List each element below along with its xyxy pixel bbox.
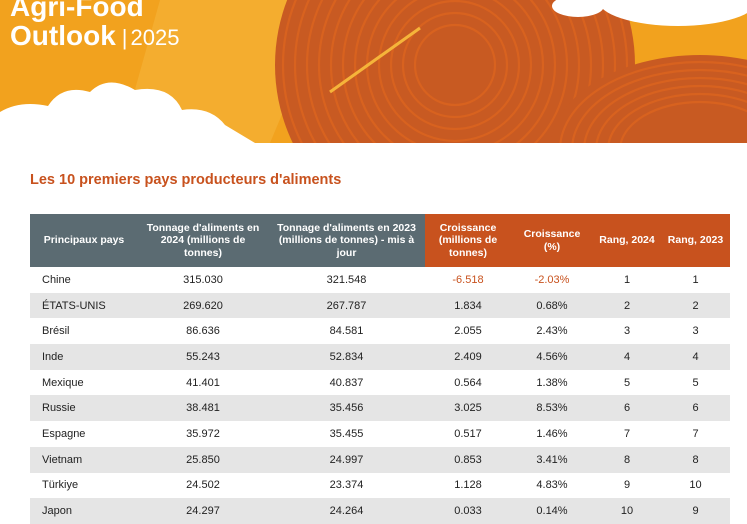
cell-rank-2023: 2: [661, 292, 730, 319]
cell-tonnage-2023: 267.787: [268, 292, 425, 319]
cell-growth-tonnes: -6.518: [452, 273, 484, 286]
cell-tonnage-2024: 86.636: [186, 325, 220, 338]
table-row: Espagne 35.972 35.455 0.517 1.46% 7 7: [30, 421, 730, 447]
header-tonnage-2024: Tonnage d'aliments en 2024 (millions de …: [138, 214, 268, 267]
cell-rank-2023: 7: [692, 427, 699, 440]
cell-country: Inde: [30, 344, 138, 370]
cell-rank-2023: 9: [661, 498, 730, 524]
cell-growth-tonnes: 1.128: [454, 479, 482, 492]
cell-tonnage-2023: 321.548: [326, 273, 367, 286]
title-year: 2025: [130, 25, 180, 50]
cell-growth-tonnes: 2.055: [454, 325, 482, 338]
cell-rank-2024: 9: [623, 479, 631, 492]
cell-growth-percent: 0.14%: [511, 498, 593, 524]
table-row: Brésil 86.636 84.581 2.055 2.43% 3 3: [30, 318, 730, 344]
cell-growth-percent: 3.41%: [511, 446, 593, 473]
section-title: Les 10 premiers pays producteurs d'alime…: [30, 172, 342, 188]
table-row: ÉTATS-UNIS 269.620 267.787 1.834 0.68% 2…: [30, 292, 730, 319]
cell-tonnage-2024: 269.620: [138, 292, 268, 319]
table-row: Inde 55.243 52.834 2.409 4.56% 4 4: [30, 344, 730, 370]
cell-country: Mexique: [42, 376, 84, 389]
header-growth-tonnes: Croissance (millions de tonnes): [425, 214, 511, 267]
cell-tonnage-2023: 24.264: [268, 498, 425, 524]
cell-growth-tonnes: 0.853: [425, 446, 511, 473]
cell-rank-2023: 3: [692, 325, 699, 338]
cell-rank-2024: 5: [623, 376, 631, 389]
cell-rank-2023: 1: [692, 273, 699, 286]
cell-country: Türkiye: [42, 479, 79, 492]
producers-table: Principaux pays Tonnage d'aliments en 20…: [30, 214, 730, 524]
cell-country: Chine: [42, 273, 71, 286]
table-row: Türkiye 24.502 23.374 1.128 4.83% 9 10: [30, 473, 730, 499]
cell-tonnage-2024: 35.972: [186, 427, 220, 440]
table-row: Chine 315.030 321.548 -6.518 -2.03% 1 1: [30, 267, 730, 293]
table-row: Vietnam 25.850 24.997 0.853 3.41% 8 8: [30, 446, 730, 473]
hero-banner: Agri-Food Outlook | 2025: [0, 0, 747, 143]
publication-title: Agri-Food Outlook | 2025: [10, 0, 179, 52]
cell-growth-percent: 8.53%: [511, 395, 593, 422]
cell-rank-2024: 8: [593, 446, 661, 473]
cell-rank-2023: 5: [692, 376, 699, 389]
cell-rank-2024: 2: [593, 292, 661, 319]
cell-growth-tonnes: 0.517: [454, 427, 482, 440]
header-growth-percent: Croissance (%): [511, 214, 593, 267]
header-country: Principaux pays: [30, 214, 138, 267]
table-row: Russie 38.481 35.456 3.025 8.53% 6 6: [30, 395, 730, 422]
cell-tonnage-2024: 38.481: [138, 395, 268, 422]
header-tonnage-2023: Tonnage d'aliments en 2023 (millions de …: [268, 214, 425, 267]
cell-tonnage-2024: 315.030: [183, 273, 223, 286]
title-line-2: Outlook: [10, 20, 116, 51]
cell-country: Brésil: [42, 325, 70, 338]
cell-rank-2023: 6: [661, 395, 730, 422]
cell-country: Espagne: [42, 427, 86, 440]
cell-growth-percent: -2.03%: [534, 273, 570, 286]
cell-rank-2024: 3: [623, 325, 631, 338]
header-rank-2023: Rang, 2023: [661, 214, 730, 267]
cell-country: ÉTATS-UNIS: [30, 292, 138, 319]
cell-rank-2024: 6: [593, 395, 661, 422]
cell-growth-tonnes: 0.033: [425, 498, 511, 524]
cell-growth-percent: 1.38%: [536, 376, 568, 389]
cell-tonnage-2024: 24.297: [138, 498, 268, 524]
cell-tonnage-2023: 24.997: [268, 446, 425, 473]
cell-growth-percent: 0.68%: [511, 292, 593, 319]
cell-growth-tonnes: 0.564: [454, 376, 482, 389]
cell-tonnage-2024: 55.243: [138, 344, 268, 370]
cell-growth-tonnes: 3.025: [425, 395, 511, 422]
cell-country: Russie: [30, 395, 138, 422]
cell-rank-2023: 10: [689, 479, 702, 492]
cell-growth-percent: 1.46%: [536, 427, 568, 440]
cell-tonnage-2023: 52.834: [268, 344, 425, 370]
cell-country: Japon: [30, 498, 138, 524]
cell-rank-2024: 1: [623, 273, 631, 286]
cell-growth-percent: 2.43%: [536, 325, 568, 338]
cell-tonnage-2023: 35.456: [268, 395, 425, 422]
cell-rank-2024: 4: [593, 344, 661, 370]
cell-tonnage-2023: 35.455: [329, 427, 364, 440]
cell-tonnage-2023: 23.374: [329, 479, 364, 492]
cell-rank-2024: 7: [623, 427, 631, 440]
cell-tonnage-2024: 25.850: [138, 446, 268, 473]
cell-rank-2023: 4: [661, 344, 730, 370]
title-separator: |: [121, 25, 128, 50]
cell-tonnage-2024: 41.401: [186, 376, 220, 389]
cell-growth-tonnes: 2.409: [425, 344, 511, 370]
table-header-row: Principaux pays Tonnage d'aliments en 20…: [30, 214, 730, 267]
table-row: Mexique 41.401 40.837 0.564 1.38% 5 5: [30, 370, 730, 396]
title-line-1: Agri-Food: [10, 0, 144, 22]
cell-rank-2024: 10: [593, 498, 661, 524]
header-rank-2024: Rang, 2024: [593, 214, 661, 267]
cell-growth-percent: 4.56%: [511, 344, 593, 370]
cell-rank-2023: 8: [661, 446, 730, 473]
table-row: Japon 24.297 24.264 0.033 0.14% 10 9: [30, 498, 730, 524]
cell-tonnage-2023: 40.837: [329, 376, 364, 389]
cell-country: Vietnam: [30, 446, 138, 473]
cell-tonnage-2023: 84.581: [329, 325, 364, 338]
cell-growth-percent: 4.83%: [536, 479, 568, 492]
cell-growth-tonnes: 1.834: [425, 292, 511, 319]
cell-tonnage-2024: 24.502: [186, 479, 220, 492]
